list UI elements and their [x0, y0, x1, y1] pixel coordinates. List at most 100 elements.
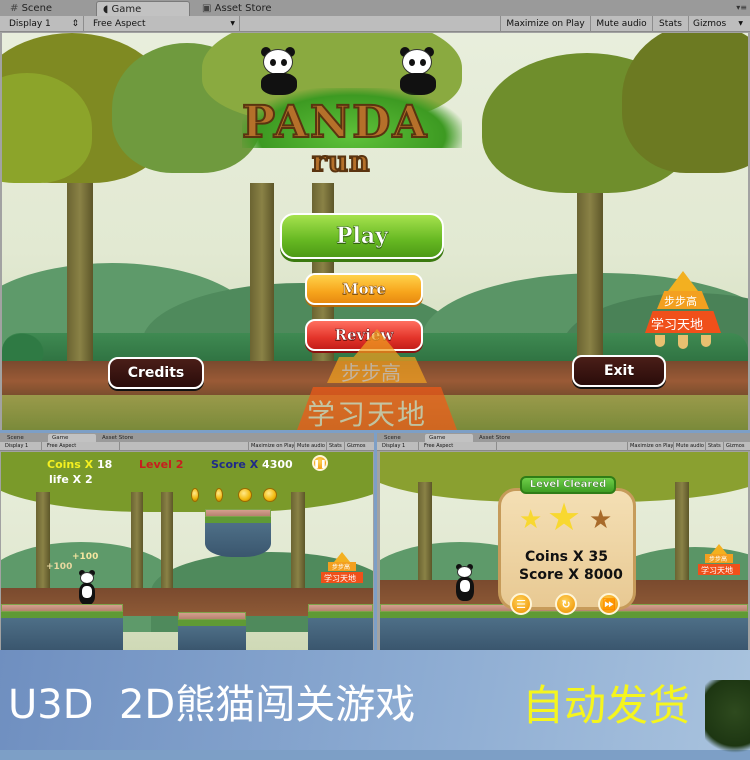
coins-result: Coins X 35: [525, 549, 609, 565]
panel-menu-icon[interactable]: ▾≡: [736, 3, 747, 12]
ground-platform: [308, 604, 373, 650]
tab-game[interactable]: Game: [425, 434, 473, 442]
panda-player: [77, 570, 97, 606]
score-counter: Score X 4300: [211, 458, 293, 471]
editor-tab-bar: # Scene ◖ Game ▣ Asset Store ▾≡: [0, 0, 750, 16]
watermark-right: 步步高 学习天地: [321, 552, 363, 594]
unity-editor-level-cleared: Scene Game Asset Store Display 1 Free As…: [377, 433, 750, 650]
restart-button[interactable]: ↻: [555, 593, 577, 615]
play-button[interactable]: Play: [280, 213, 444, 259]
star-earned-icon: ★: [519, 505, 543, 535]
tab-asset-store[interactable]: Asset Store: [475, 434, 527, 442]
star-earned-icon: ★: [547, 495, 582, 539]
banner-highlight: 自动发货: [522, 681, 691, 730]
tab-scene[interactable]: # Scene: [4, 1, 92, 16]
tree-trunk: [418, 482, 432, 592]
tree-trunk: [161, 492, 173, 592]
tree-decoration: [705, 680, 750, 760]
watermark-right: 步步高 学习天地: [645, 271, 721, 355]
tab-scene[interactable]: Scene: [3, 434, 47, 442]
banner-title: U3D 2D熊猫闯关游戏: [8, 682, 416, 728]
watermark-line2: 学习天地: [307, 398, 428, 430]
watermark-line1: 步步高: [709, 556, 728, 563]
maximize-on-play-toggle[interactable]: Maximize on Play: [627, 442, 674, 451]
restart-icon: ↻: [561, 597, 571, 611]
stats-toggle[interactable]: Stats: [652, 16, 688, 32]
level-label: Level 2: [139, 458, 184, 471]
level-cleared-scene: ★ ★ ★ Coins X 35 Score X 8000 Level Clea…: [380, 452, 748, 650]
gizmos-dropdown[interactable]: Gizmos ▼: [688, 16, 746, 32]
editor-tab-bar: Scene Game Asset Store: [377, 433, 750, 442]
maximize-on-play-toggle[interactable]: Maximize on Play: [500, 16, 590, 32]
watermark-center: 步步高 学习天地: [287, 329, 467, 430]
life-counter: life X 2: [49, 473, 93, 486]
ground-platform: [178, 612, 246, 650]
level-cleared-ribbon: Level Cleared: [520, 476, 616, 494]
tab-asset-store[interactable]: ▣ Asset Store: [196, 1, 296, 16]
watermark-line2: 学习天地: [651, 318, 704, 333]
ground-platform: [1, 604, 123, 650]
points-popup: +100: [46, 562, 73, 572]
exit-button[interactable]: Exit: [572, 355, 666, 387]
pause-icon: ❚❚: [313, 458, 327, 468]
level-cleared-panel: ★ ★ ★ Coins X 35 Score X 8000: [498, 488, 636, 610]
grid-icon: #: [10, 3, 19, 14]
tab-asset-store[interactable]: Asset Store: [98, 434, 150, 442]
aspect-select[interactable]: Free Aspect: [421, 442, 497, 451]
editor-tab-bar: Scene Game Asset Store: [0, 433, 374, 442]
updown-icon: ⇕: [71, 19, 79, 29]
main-menu-scene: PANDA run Play More Review Credits Exit …: [2, 33, 748, 430]
next-button[interactable]: ⏩: [598, 593, 620, 615]
tree-trunk: [250, 183, 274, 363]
next-icon: ⏩: [602, 597, 616, 611]
watermark-right: 步步高 学习天地: [698, 544, 740, 586]
more-button[interactable]: More: [305, 273, 423, 305]
display-select[interactable]: Display 1 ⇕: [4, 16, 84, 32]
chevron-down-icon: ▼: [738, 20, 743, 27]
game-view-toolbar: Display 1 Free Aspect Maximize on Play M…: [377, 442, 750, 451]
aspect-select[interactable]: Free Aspect ▼: [88, 16, 240, 32]
coin: [238, 488, 252, 502]
tree-canopy: [622, 33, 748, 173]
gizmos-dropdown[interactable]: Gizmos: [723, 442, 749, 451]
game-view-toolbar: Display 1 Free Aspect Maximize on Play M…: [0, 442, 374, 451]
game-view-toolbar: Display 1 ⇕ Free Aspect ▼ Maximize on Pl…: [0, 16, 750, 32]
pause-button[interactable]: ❚❚: [312, 455, 328, 471]
display-select[interactable]: Display 1: [379, 442, 419, 451]
credits-button[interactable]: Credits: [108, 357, 204, 389]
mute-audio-toggle[interactable]: Mute audio: [673, 442, 705, 451]
tab-game[interactable]: Game: [48, 434, 96, 442]
unity-editor-main: # Scene ◖ Game ▣ Asset Store ▾≡ Display …: [0, 0, 750, 430]
game-logo-subtitle: run: [311, 144, 371, 179]
maximize-on-play-toggle[interactable]: Maximize on Play: [248, 442, 295, 451]
score-result: Score X 8000: [519, 567, 623, 583]
stats-toggle[interactable]: Stats: [705, 442, 723, 451]
gizmos-dropdown[interactable]: Gizmos: [344, 442, 372, 451]
menu-button[interactable]: ☰: [510, 593, 532, 615]
panda-player: [454, 564, 476, 602]
watermark-line2: 学习天地: [701, 566, 733, 575]
display-select[interactable]: Display 1: [2, 442, 42, 451]
pacman-icon: ◖: [103, 4, 109, 15]
tab-scene[interactable]: Scene: [380, 434, 424, 442]
stats-toggle[interactable]: Stats: [326, 442, 344, 451]
coin: [215, 488, 223, 502]
watermark-line2: 学习天地: [324, 574, 356, 583]
game-logo-title: PANDA: [241, 96, 429, 149]
promo-banner: U3D 2D熊猫闯关游戏 自动发货: [0, 650, 750, 760]
store-bag-icon: ▣: [202, 3, 212, 14]
watermark-line1: 步步高: [341, 361, 401, 385]
tab-game[interactable]: ◖ Game: [96, 1, 190, 16]
coin: [191, 488, 199, 502]
tree-trunk: [36, 492, 50, 592]
mute-audio-toggle[interactable]: Mute audio: [294, 442, 326, 451]
coin: [263, 488, 277, 502]
tree-trunk: [291, 492, 305, 592]
gameplay-scene: Coins X 18 life X 2 Level 2 Score X 4300…: [1, 452, 373, 650]
menu-list-icon: ☰: [516, 597, 526, 611]
aspect-select[interactable]: Free Aspect: [44, 442, 120, 451]
star-empty-icon: ★: [589, 505, 613, 535]
chevron-down-icon: ▼: [230, 20, 235, 27]
watermark-line1: 步步高: [332, 564, 351, 571]
mute-audio-toggle[interactable]: Mute audio: [590, 16, 652, 32]
